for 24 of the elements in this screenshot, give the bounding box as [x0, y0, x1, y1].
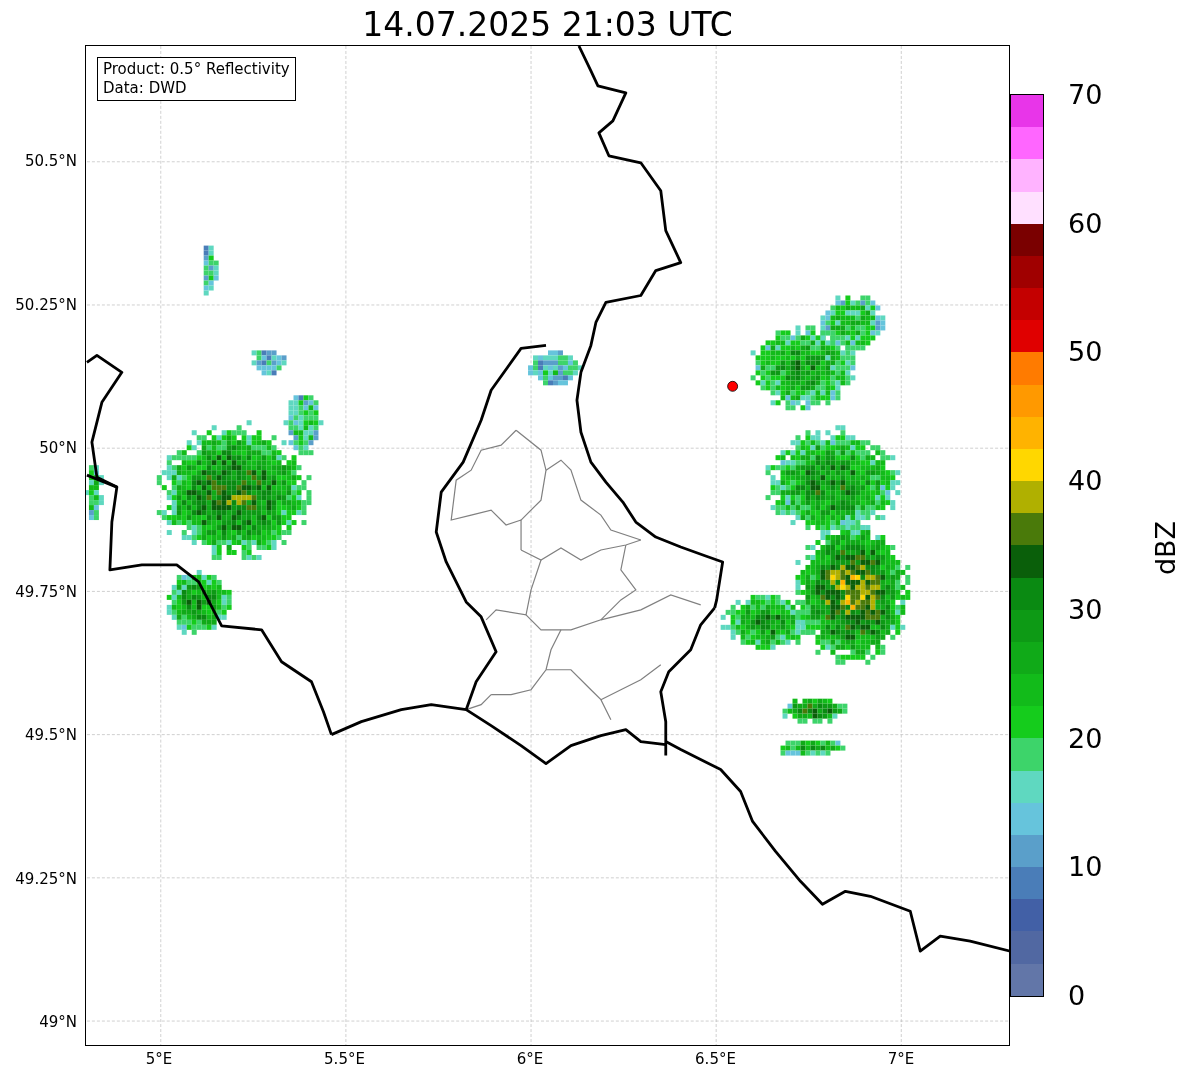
colorbar-tick-label: 70 [1068, 80, 1103, 110]
latitude-label: 50.25°N [15, 295, 77, 314]
latitude-label: 49.75°N [15, 582, 77, 601]
latitude-label: 49°N [39, 1013, 77, 1031]
colorbar-tick-label: 50 [1068, 337, 1103, 368]
colorbar-tick-label: 40 [1068, 466, 1103, 497]
colorbar-tick-label: 0 [1068, 981, 1086, 1011]
colorbar-tick-label: 30 [1068, 594, 1103, 625]
colorbar-tick-label: 20 [1068, 723, 1103, 754]
longitude-label: 5.5°E [324, 1050, 365, 1068]
longitude-label: 7°E [887, 1050, 915, 1068]
plot-title: 14.07.2025 21:03 UTC [362, 5, 733, 45]
longitude-label: 6°E [516, 1050, 544, 1068]
colorbar-tick-label: 60 [1068, 208, 1103, 239]
longitude-label: 6.5°E [695, 1050, 736, 1068]
latitude-label: 50°N [39, 439, 77, 457]
latitude-label: 50.5°N [24, 152, 77, 170]
colorbar-unit-label: dBZ [1151, 520, 1181, 576]
legend-text: Data: DWD [103, 79, 188, 98]
latitude-label: 49.5°N [24, 726, 77, 744]
colorbar-tick-label: 10 [1068, 852, 1103, 883]
latitude-label: 49.25°N [15, 869, 77, 888]
legend-text: Product: 0.5° Reflectivity [103, 60, 290, 79]
longitude-label: 5°E [145, 1050, 173, 1068]
